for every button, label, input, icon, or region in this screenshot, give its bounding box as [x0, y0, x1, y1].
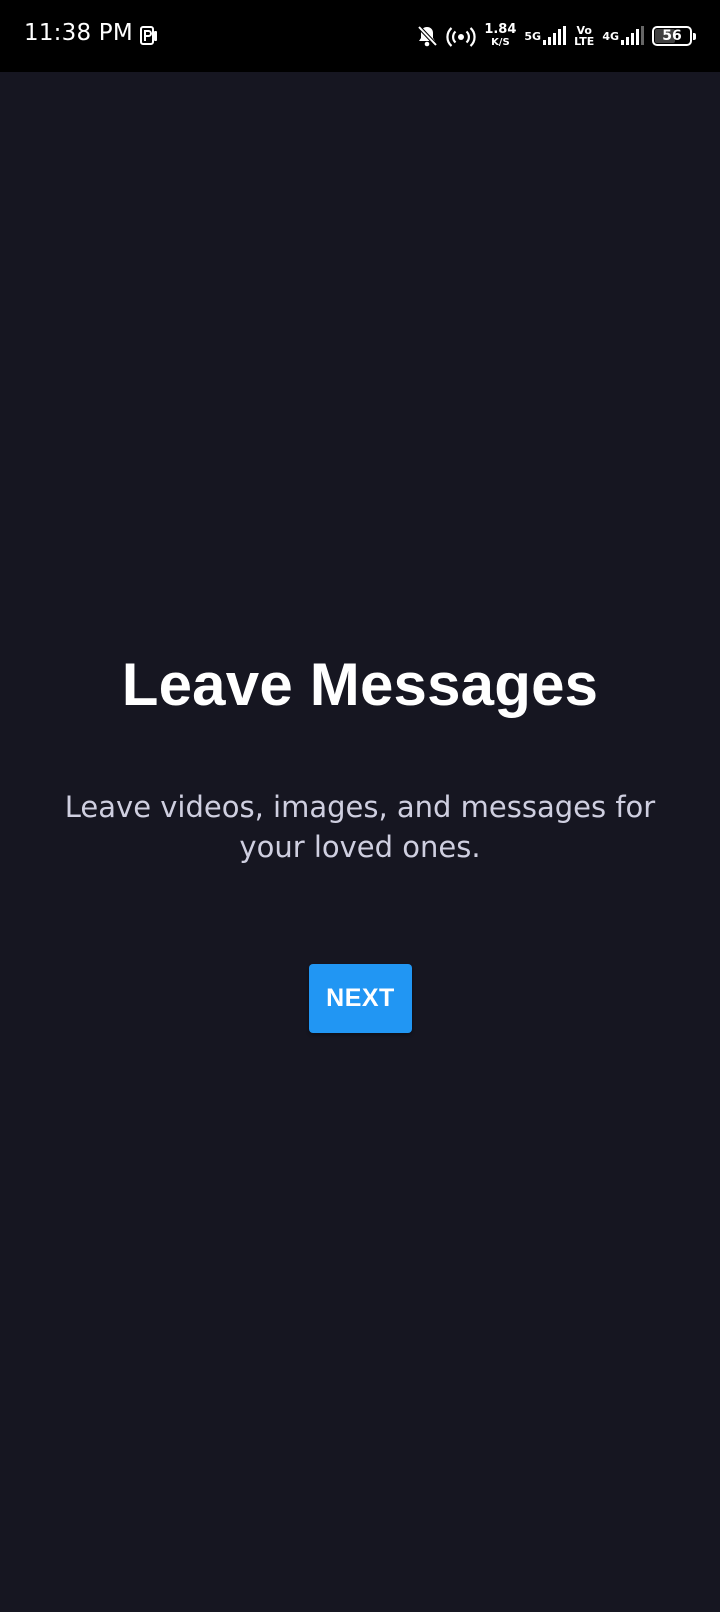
- parking-app-icon: [140, 26, 158, 46]
- hotspot-icon: [446, 24, 476, 48]
- network-speed-value: 1.84: [484, 21, 517, 37]
- signal-5g-label: 5G: [524, 29, 542, 43]
- volte-bottom: LTE: [574, 35, 595, 48]
- volte-icon: Vo LTE: [574, 25, 594, 47]
- status-bar: 11:38 PM 1.84 K/S 5G Vo LTE 4G 56: [0, 0, 720, 72]
- status-icons: 1.84 K/S 5G Vo LTE 4G 56: [416, 0, 696, 72]
- network-speed: 1.84 K/S: [484, 21, 517, 49]
- network-speed-unit: K/S: [491, 36, 510, 48]
- onboarding-description: Leave videos, images, and messages for y…: [64, 790, 656, 864]
- battery-level: 56: [662, 28, 682, 44]
- onboarding-screen: Leave Messages Leave videos, images, and…: [0, 72, 720, 1612]
- signal-4g-icon: 4G: [602, 25, 644, 47]
- battery-icon: 56: [652, 26, 696, 46]
- signal-5g-icon: 5G: [524, 25, 567, 47]
- onboarding-title: Leave Messages: [121, 651, 599, 718]
- status-time: 11:38 PM: [24, 20, 133, 46]
- notifications-off-icon: [416, 24, 438, 48]
- next-button[interactable]: NEXT: [309, 964, 412, 1033]
- signal-4g-label: 4G: [602, 29, 619, 43]
